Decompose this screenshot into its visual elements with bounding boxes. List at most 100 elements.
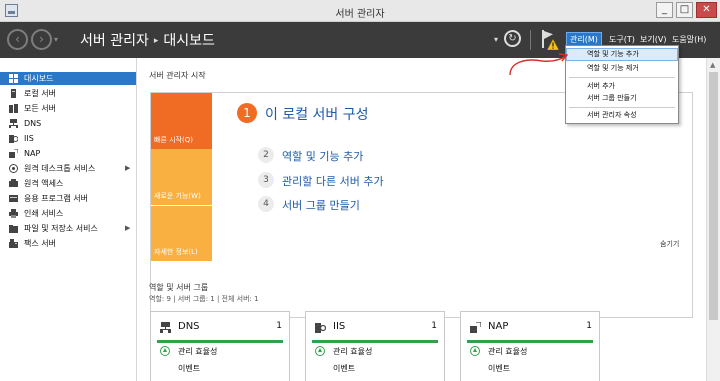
tile-learn-more[interactable]: 자세한 정보(L) [151, 205, 212, 261]
forward-button[interactable]: › [31, 29, 52, 50]
role-card-dns[interactable]: DNS 1 관리 효율성 이벤트 [150, 311, 290, 381]
role-count: 1 [586, 321, 592, 331]
window-title: 서버 관리자 [335, 9, 385, 20]
tile-quick-start[interactable]: 빠른 시작(Q) [151, 93, 212, 149]
title-bar: 서버 관리자 _ □ ✕ [0, 0, 720, 22]
refresh-icon[interactable]: ↻ [504, 30, 521, 47]
step-label: 서버 그룹 만들기 [282, 199, 360, 212]
sidebar-item-nap[interactable]: NAP [0, 147, 136, 160]
menu-item-properties[interactable]: 서버 관리자 속성 [567, 110, 677, 121]
breadcrumb-separator-icon: ▸ [153, 36, 159, 46]
minimize-button[interactable]: _ [656, 2, 673, 18]
sidebar-item-remote-desktop[interactable]: 원격 데스크톱 서비스 ▶ [0, 162, 136, 175]
sidebar-item-iis[interactable]: IIS [0, 132, 136, 145]
step-label: 관리할 다른 서버 추가 [282, 175, 384, 188]
manageability-link[interactable]: 관리 효율성 [178, 346, 217, 357]
sidebar-item-label: 대시보드 [24, 74, 54, 83]
role-name: DNS [178, 321, 200, 332]
sidebar-item-label: DNS [24, 119, 42, 128]
events-link[interactable]: 이벤트 [488, 363, 510, 374]
role-count: 1 [431, 321, 437, 331]
tile-label: 자세한 정보(L) [154, 248, 198, 256]
step-number: 3 [258, 172, 274, 188]
sidebar-item-all-servers[interactable]: 모든 서버 [0, 102, 136, 115]
sidebar-item-print-services[interactable]: 인쇄 서비스 [0, 207, 136, 220]
iis-icon [315, 323, 326, 333]
menu-item-create-server-group[interactable]: 서버 그룹 만들기 [567, 93, 677, 104]
status-up-icon [160, 346, 170, 356]
header-divider [530, 30, 531, 50]
history-dropdown-icon[interactable]: ▾ [54, 35, 58, 44]
sidebar-item-local-server[interactable]: 로컬 서버 [0, 87, 136, 100]
manageability-link[interactable]: 관리 효율성 [488, 346, 527, 357]
sidebar-item-app-server[interactable]: 응용 프로그램 서버 [0, 192, 136, 205]
sidebar-item-file-storage[interactable]: 파일 및 저장소 서비스 ▶ [0, 222, 136, 235]
status-bar [157, 340, 283, 343]
sidebar-item-label: 모든 서버 [24, 104, 56, 113]
manage-dropdown-menu: 역할 및 기능 추가 역할 및 기능 제거 서버 추가 서버 그룹 만들기 서버… [565, 45, 679, 124]
printer-icon [9, 209, 18, 218]
sidebar-item-label: 로컬 서버 [24, 89, 56, 98]
roles-section-title: 역할 및 서버 그룹 [149, 283, 209, 292]
role-card-nap[interactable]: NAP 1 관리 효율성 이벤트 [460, 311, 600, 381]
dns-icon [9, 119, 18, 128]
sidebar-item-dns[interactable]: DNS [0, 117, 136, 130]
servers-icon [9, 104, 18, 113]
menu-item-remove-roles[interactable]: 역할 및 기능 제거 [567, 63, 677, 74]
events-link[interactable]: 이벤트 [333, 363, 355, 374]
menu-item-add-roles[interactable]: 역할 및 기능 추가 [566, 48, 678, 61]
sidebar-item-label: 인쇄 서비스 [24, 209, 64, 218]
vertical-scrollbar[interactable]: ▲ [706, 58, 720, 381]
status-bar [312, 340, 438, 343]
step-number: 1 [237, 103, 257, 123]
expand-arrow-icon[interactable]: ▶ [125, 222, 130, 235]
tile-label: 새로운 기능(W) [154, 192, 201, 200]
events-link[interactable]: 이벤트 [178, 363, 200, 374]
close-button[interactable]: ✕ [696, 2, 717, 18]
role-name: NAP [488, 321, 509, 332]
quickstart-panel: 빠른 시작(Q) 새로운 기능(W) 자세한 정보(L) 1 이 로컬 서버 구… [150, 92, 693, 318]
role-count: 1 [276, 321, 282, 331]
app-server-icon [9, 195, 18, 202]
hide-link[interactable]: 숨기기 [660, 239, 679, 249]
role-name: IIS [333, 321, 346, 332]
dns-icon [160, 322, 171, 333]
breadcrumb: 서버 관리자 ▸ 대시보드 [80, 30, 215, 50]
sidebar-item-remote-access[interactable]: 원격 액세스 [0, 177, 136, 190]
remote-access-icon [9, 179, 18, 187]
maximize-button[interactable]: □ [676, 2, 693, 18]
annotation-arrow [509, 53, 569, 76]
status-up-icon [470, 346, 480, 356]
sidebar-item-dashboard[interactable]: 대시보드 [0, 72, 136, 85]
scroll-up-icon[interactable]: ▲ [710, 61, 715, 69]
roles-summary: 역할: 9 | 서버 그룹: 1 | 전체 서버: 1 [149, 295, 259, 303]
scroll-thumb[interactable] [709, 72, 718, 320]
menu-item-add-server[interactable]: 서버 추가 [567, 81, 677, 92]
status-up-icon [315, 346, 325, 356]
step-number: 4 [258, 196, 274, 212]
step-heading: 이 로컬 서버 구성 [265, 107, 369, 123]
step-number: 2 [258, 147, 274, 163]
tile-whats-new[interactable]: 새로운 기능(W) [151, 149, 212, 205]
manageability-link[interactable]: 관리 효율성 [333, 346, 372, 357]
sidebar: 대시보드 로컬 서버 모든 서버 DNS IIS NAP 원격 데스크톱 서비스… [0, 58, 137, 381]
sidebar-item-label: 원격 데스크톱 서비스 [24, 164, 96, 173]
sidebar-item-label: 원격 액세스 [24, 179, 64, 188]
expand-arrow-icon[interactable]: ▶ [125, 162, 130, 175]
server-icon [11, 89, 16, 98]
nap-icon [9, 149, 18, 158]
sidebar-item-label: 파일 및 저장소 서비스 [24, 224, 98, 233]
folder-icon [9, 225, 18, 233]
page-title: 서버 관리자 시작 [149, 71, 206, 80]
step-label: 역할 및 기능 추가 [282, 150, 364, 163]
menu-separator [569, 77, 675, 78]
role-card-iis[interactable]: IIS 1 관리 효율성 이벤트 [305, 311, 445, 381]
sidebar-item-fax-server[interactable]: 팩스 서버 [0, 237, 136, 250]
sidebar-item-label: IIS [24, 134, 34, 143]
header-dropdown-icon[interactable]: ▾ [494, 35, 498, 44]
back-button[interactable]: ‹ [7, 29, 28, 50]
fax-icon [9, 239, 18, 248]
breadcrumb-root: 서버 관리자 [80, 33, 149, 49]
sidebar-item-label: NAP [24, 149, 41, 158]
menu-separator [569, 107, 675, 108]
